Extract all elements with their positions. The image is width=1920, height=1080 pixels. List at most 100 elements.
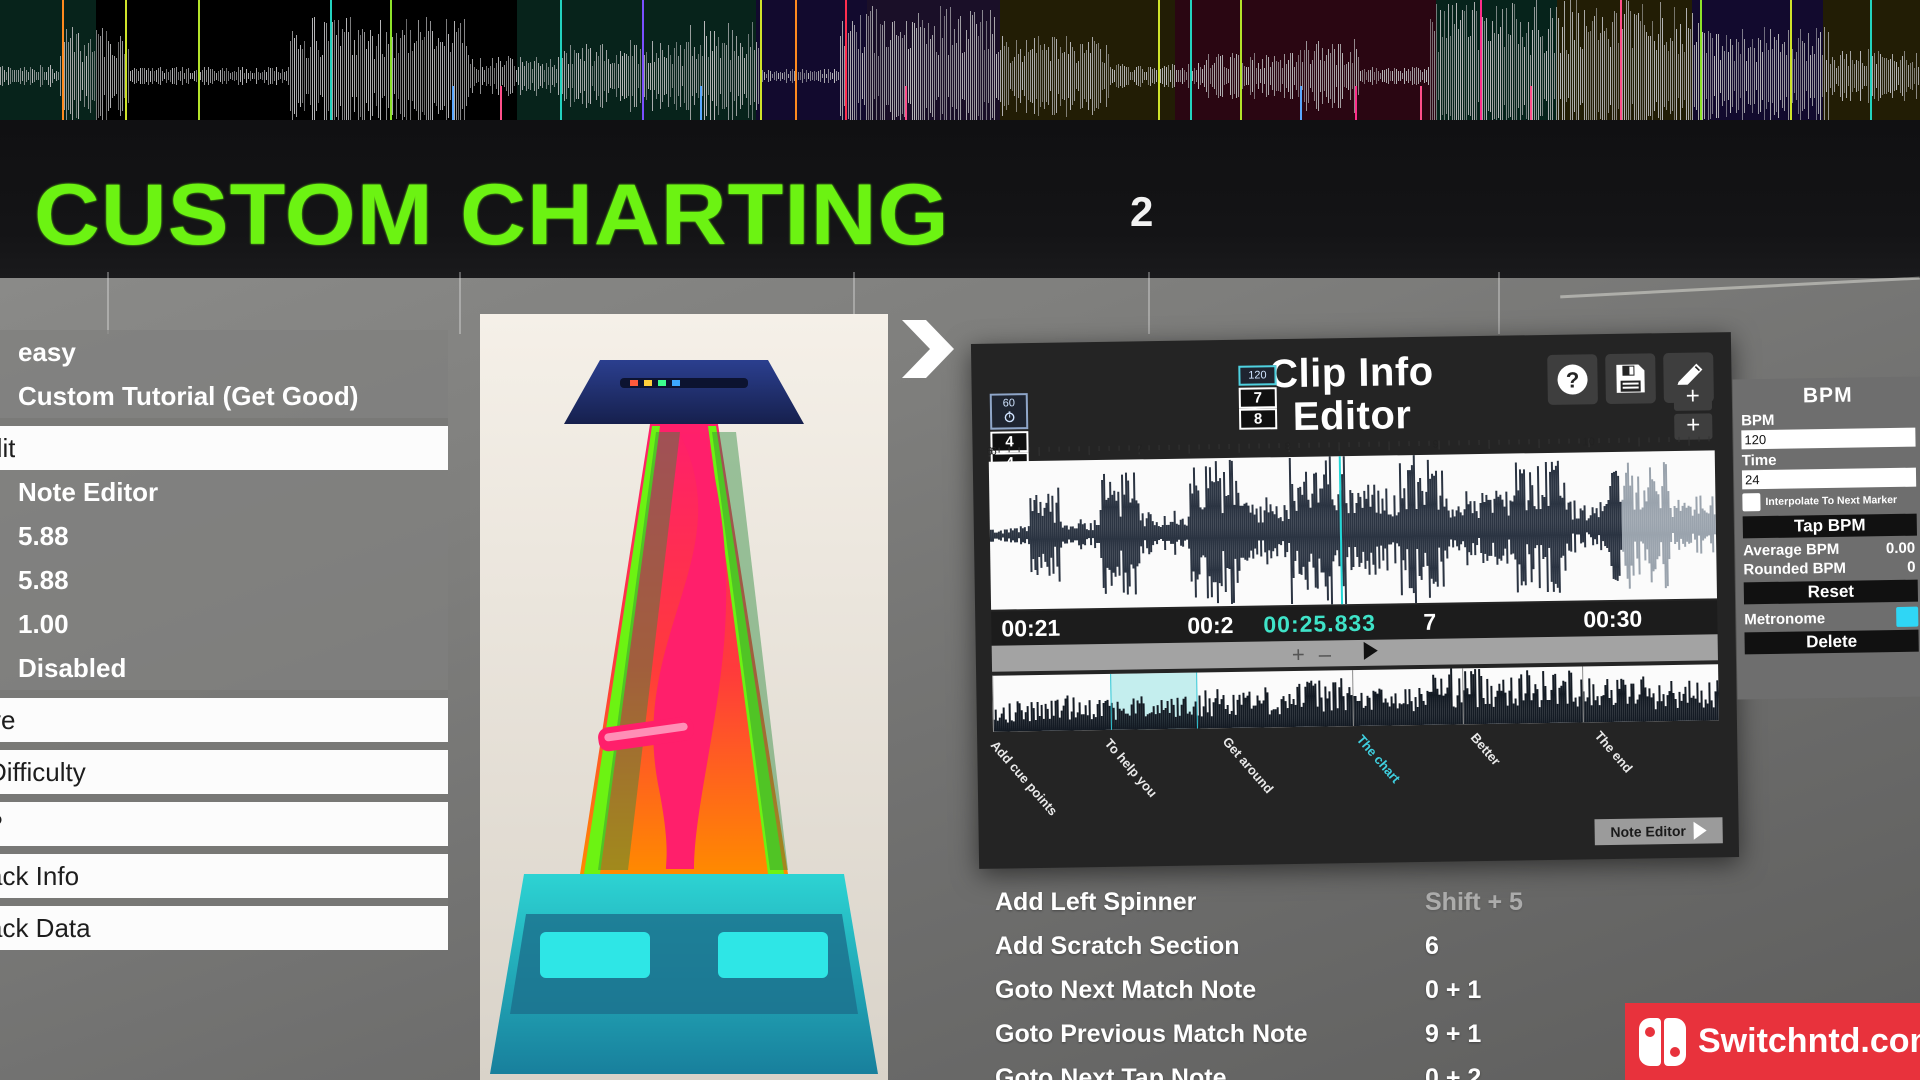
waveform-bar [1202,68,1203,84]
cue-point-label[interactable]: Get around [1220,734,1277,796]
waveform-bar [672,63,673,89]
waveform-bar [1768,49,1769,103]
waveform-bar [936,52,937,100]
sidebar-item-1-00[interactable]: 1.00 [0,602,448,646]
waveform-bar [666,57,667,95]
waveform-bar [978,36,979,116]
waveform-bar [1150,66,1151,86]
next-arrow-icon[interactable] [900,318,956,380]
cue-point-label[interactable]: Add cue points [988,738,1061,819]
waveform-bar [1602,16,1603,136]
waveform-bar [1478,49,1479,103]
waveform-bar [546,62,547,90]
waveform-bar [588,48,589,104]
keybinding-row[interactable]: Add Scratch Section 6 [995,924,1755,968]
time-field-label: Time [1741,451,1777,470]
waveform-bar [1078,61,1079,91]
bpm-marker-mid[interactable]: 120 7 8 [1238,365,1278,430]
waveform-bar [1274,56,1275,96]
sidebar-item-[interactable]: ? [0,802,448,846]
sidebar-item-note-editor[interactable]: Note Editor [0,470,448,514]
waveform-bar [716,45,717,107]
sidebar-item-ack-data[interactable]: ack Data [0,906,448,950]
zoom-in-button[interactable]: + [1673,383,1713,411]
waveform-bar [488,67,489,85]
waveform-bar [1778,34,1779,118]
overview-waveform[interactable] [992,664,1719,732]
cue-point-label[interactable]: The chart [1354,732,1404,786]
waveform-bar [1058,58,1059,94]
reset-button[interactable]: Reset [1743,579,1919,605]
sidebar-item-disabled[interactable]: Disabled [0,646,448,690]
note-editor-button-label: Note Editor [1610,822,1687,841]
waveform-bar [308,58,309,94]
help-button[interactable]: ? [1547,354,1598,405]
waveform-bar [988,49,989,103]
waveform-bar [1788,29,1789,123]
waveform-bar [966,29,967,123]
waveform-bar [1544,52,1545,100]
waveform-bar [678,56,679,96]
ruler-tick [1308,442,1310,448]
interpolate-checkbox-row[interactable]: Interpolate To Next Marker [1734,487,1920,514]
sidebar-item-easy[interactable]: easy [0,330,448,374]
waveform-bar [1862,62,1863,90]
waveform-bar [1352,62,1353,90]
waveform-bar [1290,53,1291,99]
keybinding-key: 0 + 2 [1425,1063,1482,1080]
play-button-icon[interactable] [1363,641,1378,660]
waveform-bar [1052,36,1053,116]
waveform-bar [842,20,843,132]
waveform-bar [230,72,231,80]
waveform-bar [804,73,805,79]
metronome-row[interactable]: Metronome [1736,604,1920,629]
tap-bpm-button[interactable]: Tap BPM [1742,513,1917,539]
keybinding-action: Add Scratch Section [995,931,1240,960]
sidebar-item-custom-tutorial-get-good[interactable]: Custom Tutorial (Get Good) [0,374,448,418]
cue-marker-divider[interactable] [992,675,995,732]
waveform-bar [610,63,611,89]
waveform-bar [176,67,177,85]
sidebar-item-difficulty[interactable]: Difficulty [0,750,448,794]
cue-point-label[interactable]: The end [1592,728,1636,775]
zoom-controls[interactable]: + + [1673,383,1713,443]
waveform-bar [6,71,7,81]
waveform-bar [1036,53,1037,99]
cue-point-label[interactable]: To help you [1102,736,1160,800]
ruler-tick [1078,446,1080,452]
keybinding-row[interactable]: Add Left Spinner Shift + 5 [995,880,1755,924]
waveform-bar [406,19,407,133]
save-button[interactable] [1605,353,1656,405]
waveform-bar [1018,54,1019,98]
waveform-bar [168,71,169,81]
cue-point-label[interactable]: Better [1468,730,1504,768]
waveform-bar [60,56,61,96]
sidebar-item-ack-info[interactable]: ack Info [0,854,448,898]
waveform-bar [120,36,121,116]
cue-point-labels[interactable]: Add cue points To help you Get around The c… [988,724,1720,818]
sidebar-item-ve[interactable]: ve [0,698,448,742]
sidebar-item-dit[interactable]: dit [0,426,448,470]
main-waveform[interactable] [988,450,1718,610]
waveform-bar [1056,39,1057,113]
waveform-bar [1500,27,1501,125]
waveform-bar [374,58,375,94]
waveform-bar [14,69,15,83]
waveform-bar [1814,53,1815,99]
waveform-bar [1084,52,1085,100]
waveform-bar [1308,49,1309,103]
metronome-toggle[interactable] [1896,606,1919,627]
waveform-bar [1810,54,1811,98]
left-sidebar[interactable]: easy Custom Tutorial (Get Good) ditNote Ed… [0,330,448,950]
scrub-zoom-controls[interactable]: + – [1292,641,1336,668]
delete-button[interactable]: Delete [1744,629,1919,655]
waveform-bar [1610,47,1611,105]
waveform-bar [572,64,573,88]
sidebar-item-5-88[interactable]: 5.88 [0,558,448,602]
note-editor-button[interactable]: Note Editor [1594,817,1723,846]
interpolate-checkbox[interactable] [1742,493,1761,512]
waveform-bar [418,20,419,132]
sidebar-item-5-88[interactable]: 5.88 [0,514,448,558]
waveform-bar [128,49,129,103]
waveform-bar [348,32,349,120]
